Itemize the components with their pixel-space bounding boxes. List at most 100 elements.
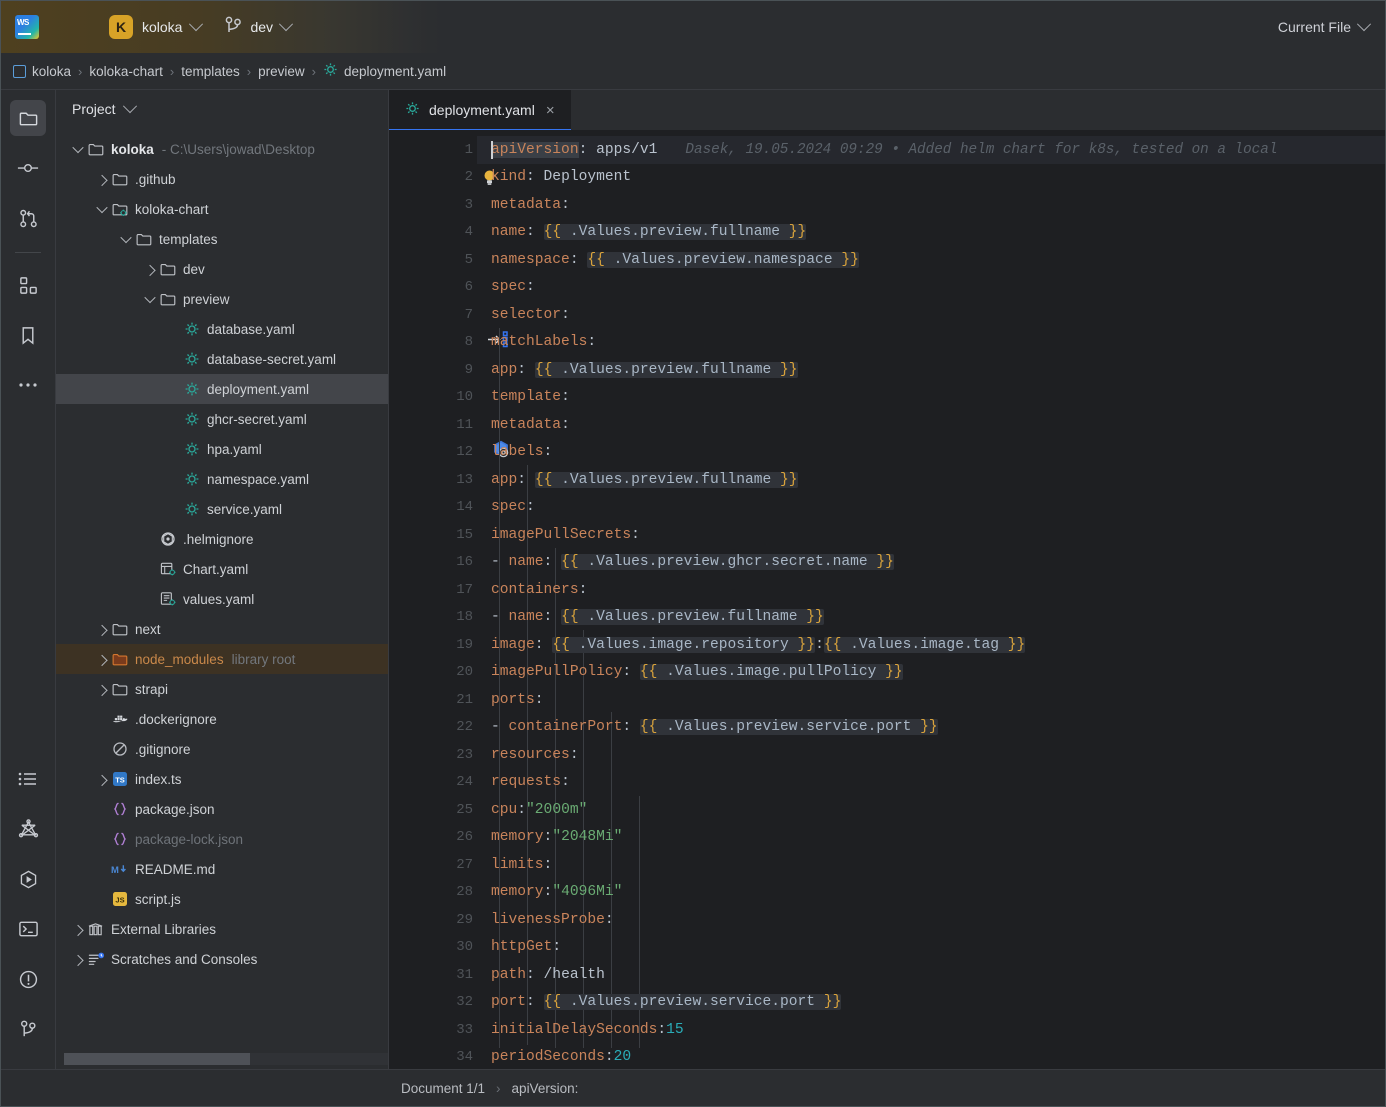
chevron-right-icon[interactable] (70, 924, 86, 937)
tree-node--dockerignore[interactable]: .dockerignore (56, 704, 388, 734)
project-selector[interactable]: K koloka (105, 12, 205, 42)
tree-node-preview[interactable]: preview (56, 284, 388, 314)
breadcrumb-item-templates[interactable]: templates (181, 64, 240, 79)
sidebar-item-commit[interactable] (10, 150, 46, 186)
tree-node-service-yaml[interactable]: service.yaml (56, 494, 388, 524)
sidebar-item-graphql[interactable] (10, 811, 46, 847)
tree-node-namespace-yaml[interactable]: namespace.yaml (56, 464, 388, 494)
chevron-down-icon[interactable] (142, 291, 158, 304)
tree-node-hpa-yaml[interactable]: hpa.yaml (56, 434, 388, 464)
tree-node-templates[interactable]: templates (56, 224, 388, 254)
line-number[interactable]: 21 (389, 686, 477, 714)
line-number[interactable]: 25 (389, 796, 477, 824)
tree-node-strapi[interactable]: strapi (56, 674, 388, 704)
code-line[interactable]: memory: "4096Mi" (477, 879, 1385, 907)
line-number[interactable]: 24 (389, 769, 477, 797)
code-line[interactable]: httpGet: (477, 934, 1385, 962)
tree-node-scratches-and-consoles[interactable]: Scratches and Consoles (56, 944, 388, 974)
code-line[interactable]: labels: (477, 439, 1385, 467)
line-number[interactable]: 13 (389, 466, 477, 494)
line-number[interactable]: 26 (389, 824, 477, 852)
code-line[interactable]: periodSeconds: 20 (477, 1044, 1385, 1070)
line-number[interactable]: 29 (389, 906, 477, 934)
line-number[interactable]: 6 (389, 274, 477, 302)
chevron-right-icon[interactable] (142, 264, 158, 277)
code-line[interactable]: resources: (477, 741, 1385, 769)
line-number[interactable]: 20 (389, 659, 477, 687)
tree-node-values-yaml[interactable]: values.yaml (56, 584, 388, 614)
project-horizontal-scrollbar[interactable] (64, 1053, 388, 1065)
run-configuration-selector[interactable]: Current File (1278, 1, 1372, 53)
code-line[interactable]: spec: (477, 274, 1385, 302)
sidebar-item-todo[interactable] (10, 761, 46, 797)
code-line[interactable]: - name: {{ .Values.preview.fullname }} (477, 604, 1385, 632)
tree-node-index-ts[interactable]: TS index.ts (56, 764, 388, 794)
tree-node-next[interactable]: next (56, 614, 388, 644)
sidebar-item-problems[interactable] (10, 961, 46, 997)
code-line[interactable]: name: {{ .Values.preview.fullname }} (477, 219, 1385, 247)
chevron-right-icon[interactable] (94, 624, 110, 637)
code-line[interactable]: requests: (477, 769, 1385, 797)
hamburger-menu-icon[interactable] (61, 16, 83, 38)
line-number[interactable]: 4 (389, 219, 477, 247)
line-number[interactable]: 2 (389, 164, 495, 192)
code-line[interactable]: matchLabels: (477, 329, 1385, 357)
chevron-right-icon[interactable] (70, 954, 86, 967)
line-number[interactable]: 3 (389, 191, 477, 219)
tree-node-package-lock-json[interactable]: package-lock.json (56, 824, 388, 854)
code-line[interactable]: selector: (477, 301, 1385, 329)
tree-node-ghcr-secret-yaml[interactable]: ghcr-secret.yaml (56, 404, 388, 434)
line-number[interactable]: 10 (389, 384, 477, 412)
status-breadcrumb[interactable]: apiVersion: (512, 1081, 579, 1096)
code-line[interactable]: template: (477, 384, 1385, 412)
tree-node-external-libraries[interactable]: External Libraries (56, 914, 388, 944)
line-number[interactable]: 33 (389, 1016, 477, 1044)
sidebar-item-version-control[interactable] (10, 1011, 46, 1047)
chevron-right-icon[interactable] (94, 684, 110, 697)
tree-node-package-json[interactable]: package.json (56, 794, 388, 824)
project-panel-header[interactable]: Project (56, 90, 388, 128)
chevron-down-icon[interactable] (70, 141, 86, 154)
code-line[interactable]: port: {{ .Values.preview.service.port }} (477, 989, 1385, 1017)
line-number[interactable]: 11 (389, 411, 477, 439)
chevron-right-icon[interactable] (94, 174, 110, 187)
line-number[interactable]: 34 (389, 1044, 477, 1070)
line-number[interactable]: 27 (389, 851, 477, 879)
line-number[interactable]: 7 (389, 301, 477, 329)
tree-node-database-yaml[interactable]: database.yaml (56, 314, 388, 344)
breadcrumb-item-koloka-chart[interactable]: koloka-chart (89, 64, 163, 79)
tree-node-deployment-yaml[interactable]: deployment.yaml (56, 374, 388, 404)
code-line[interactable]: apiVersion: apps/v1 Dasek, 19.05.2024 09:… (477, 136, 1385, 164)
code-line[interactable]: imagePullSecrets: (477, 521, 1385, 549)
line-number[interactable]: 32 (389, 989, 477, 1017)
chevron-down-icon[interactable] (94, 201, 110, 214)
tree-node--gitignore[interactable]: .gitignore (56, 734, 388, 764)
sidebar-item-terminal[interactable] (10, 911, 46, 947)
line-number[interactable]: 18 (389, 604, 477, 632)
more-tool-windows-icon[interactable] (10, 367, 46, 403)
tree-node-database-secret-yaml[interactable]: database-secret.yaml (56, 344, 388, 374)
tree-node-koloka-chart[interactable]: koloka-chart (56, 194, 388, 224)
sidebar-item-bookmarks[interactable] (10, 317, 46, 353)
tree-node--helmignore[interactable]: .helmignore (56, 524, 388, 554)
sidebar-item-run[interactable] (10, 861, 46, 897)
line-number[interactable]: 1 (389, 136, 477, 164)
line-number[interactable]: 23 (389, 741, 477, 769)
code-line[interactable]: metadata: (477, 191, 1385, 219)
line-number[interactable]: 8 (389, 329, 508, 357)
tree-node-node-modules[interactable]: node_modules library root (56, 644, 388, 674)
code-line[interactable]: spec: (477, 494, 1385, 522)
code-line[interactable]: - containerPort: {{ .Values.preview.serv… (477, 714, 1385, 742)
tree-node-readme-md[interactable]: M README.md (56, 854, 388, 884)
line-number[interactable]: 17 (389, 576, 477, 604)
line-number[interactable]: 9 (389, 356, 477, 384)
line-number[interactable]: 31 (389, 961, 477, 989)
code-editor[interactable]: 1 2 3 4 5 6 7 8 9 10 11 12 13 14 15 16 17 18 19 20 21 22 23 24 2… (389, 130, 1385, 1069)
code-content[interactable]: apiVersion: apps/v1 Dasek, 19.05.2024 09:… (477, 130, 1385, 1069)
chevron-down-icon[interactable] (118, 231, 134, 244)
sidebar-item-pull-requests[interactable] (10, 200, 46, 236)
code-line[interactable]: app: {{ .Values.preview.fullname }} (477, 466, 1385, 494)
branch-selector[interactable]: dev (225, 16, 294, 38)
tree-node-dev[interactable]: dev (56, 254, 388, 284)
code-line[interactable]: image: {{ .Values.image.repository }}:{{… (477, 631, 1385, 659)
